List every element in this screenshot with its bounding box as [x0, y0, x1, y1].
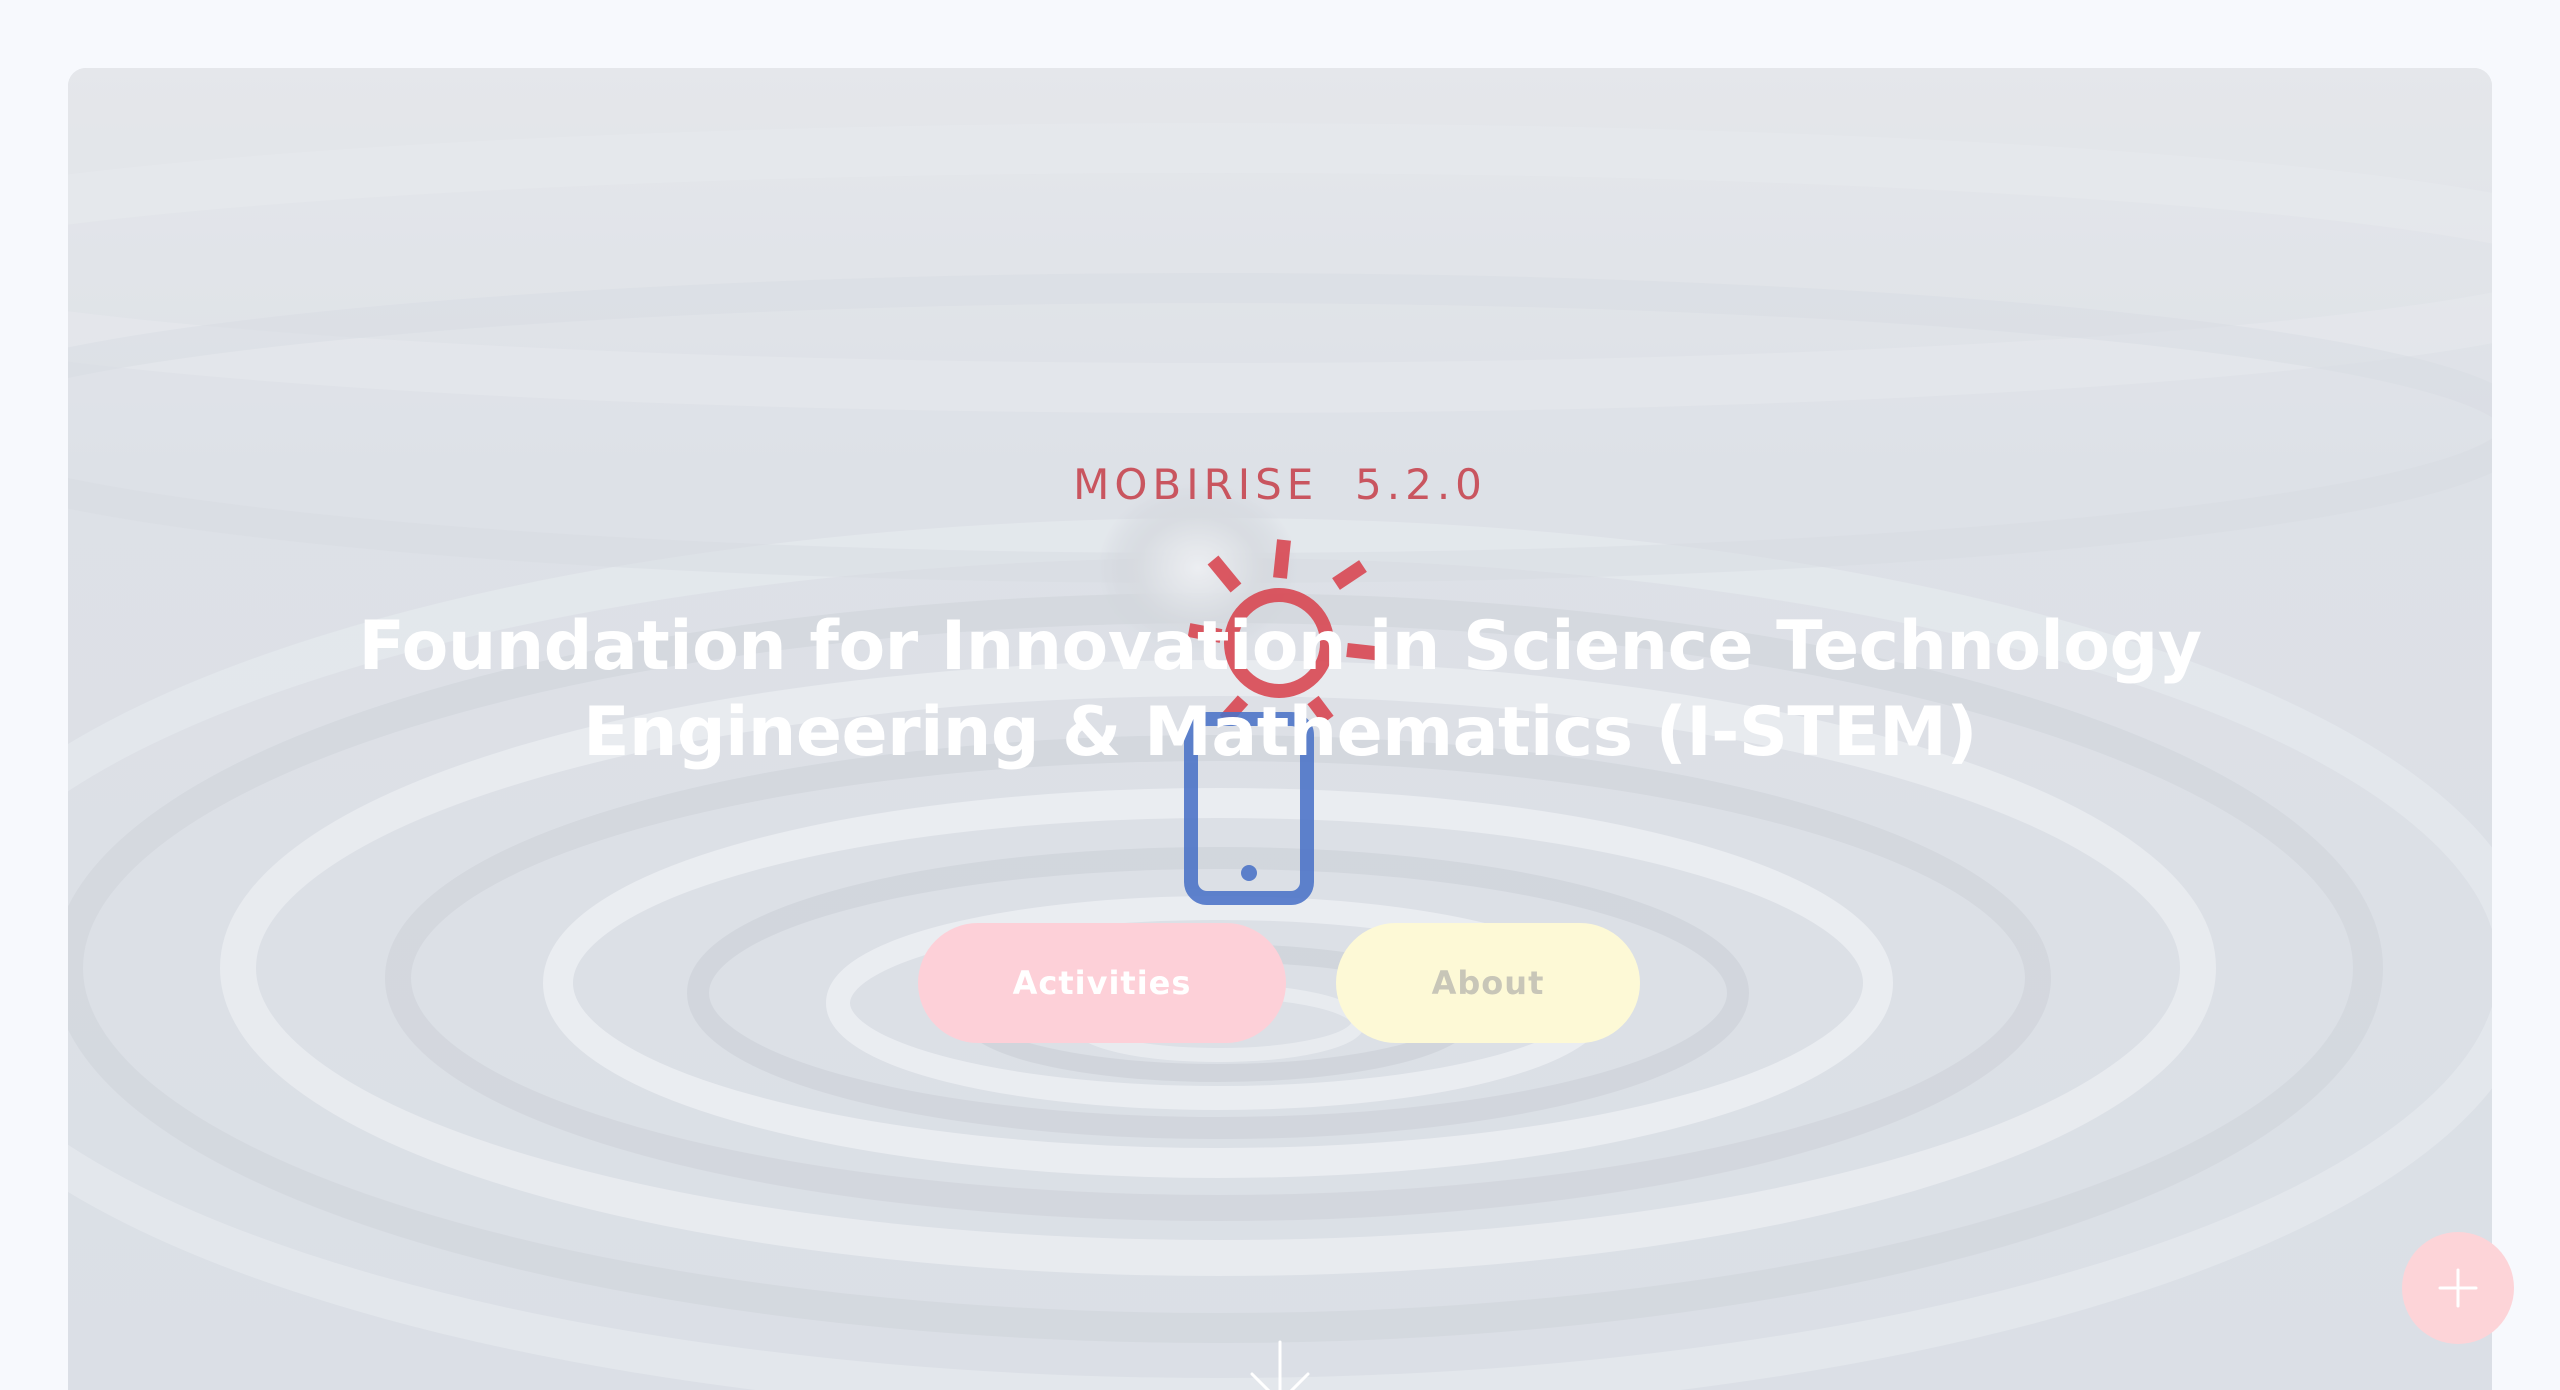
hero-section: MOBIRISE 5.2.0 Foundation for Innovation…	[68, 68, 2492, 1390]
hero-title: Foundation for Innovation in Science Tec…	[328, 604, 2232, 776]
about-button[interactable]: About	[1336, 923, 1640, 1043]
hero-title-line-1: Foundation for Innovation in Science Tec…	[358, 607, 2202, 686]
add-block-button[interactable]	[2402, 1232, 2514, 1344]
activities-button[interactable]: Activities	[918, 923, 1286, 1043]
page: MOBIRISE 5.2.0 Foundation for Innovation…	[0, 0, 2560, 1390]
arrow-down-icon[interactable]	[1248, 1338, 1312, 1390]
hero-title-line-2: Engineering & Mathematics (I-STEM)	[583, 693, 1977, 772]
plus-icon	[2438, 1268, 2478, 1308]
